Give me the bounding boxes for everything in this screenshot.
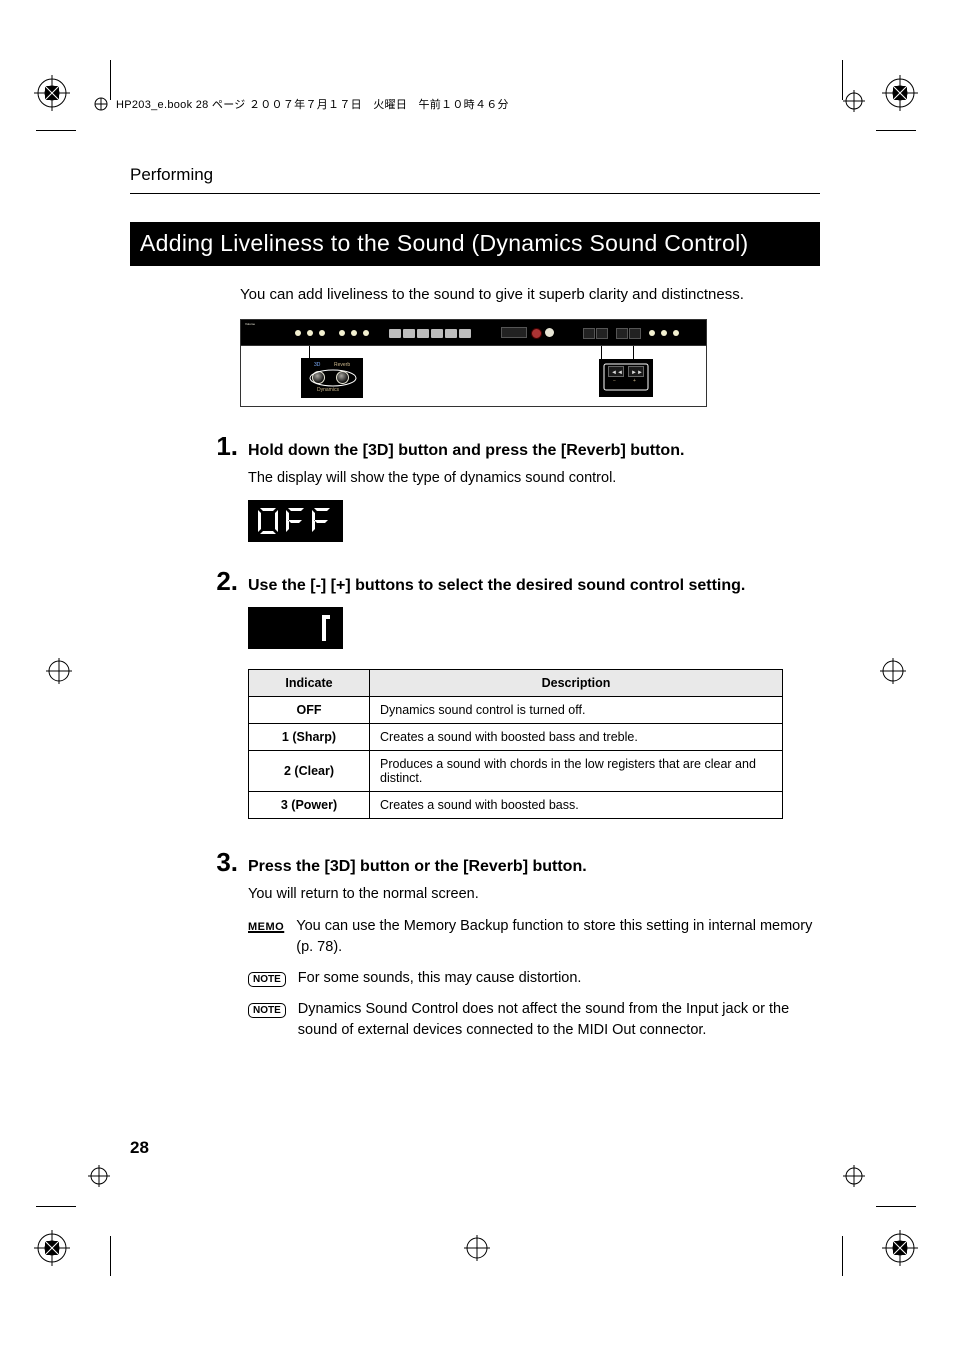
table-row: 2 (Clear) Produces a sound with chords i… — [249, 750, 783, 791]
reg-mark-mr — [880, 658, 906, 689]
step-number: 2. — [210, 566, 238, 597]
step-number: 1. — [210, 431, 238, 462]
table-row: 1 (Sharp) Creates a sound with boosted b… — [249, 723, 783, 750]
reg-mark-tr — [882, 75, 918, 116]
note-row: NOTE Dynamics Sound Control does not aff… — [248, 999, 820, 1041]
table-header: Description — [370, 669, 783, 696]
reg-mark-ml — [46, 658, 72, 689]
note-icon: NOTE — [248, 969, 286, 987]
reg-mark-bl — [34, 1230, 70, 1271]
table-row: 3 (Power) Creates a sound with boosted b… — [249, 791, 783, 818]
target-mark — [88, 1165, 110, 1192]
crop-line — [876, 1206, 916, 1207]
memo-icon: MEMO — [248, 917, 284, 935]
table-cell: 1 (Sharp) — [249, 723, 370, 750]
table-cell: Creates a sound with boosted bass. — [370, 791, 783, 818]
panel-button — [459, 329, 471, 338]
table-cell: Creates a sound with boosted bass and tr… — [370, 723, 783, 750]
intro-text: You can add liveliness to the sound to g… — [240, 284, 820, 305]
panel-button — [583, 328, 595, 339]
panel-callout-box: 3D Reverb Dynamics ◄◄ ►► − + — [240, 346, 707, 407]
step-title: Press the [3D] button or the [Reverb] bu… — [248, 857, 587, 878]
knob-icon — [351, 330, 357, 336]
crop-line — [36, 1206, 76, 1207]
reg-mark-tl — [34, 75, 70, 116]
table-cell: 2 (Clear) — [249, 750, 370, 791]
panel-button — [403, 329, 415, 338]
panel-button — [417, 329, 429, 338]
crop-line — [842, 1236, 843, 1276]
panel-button — [596, 328, 608, 339]
head-rule — [130, 193, 820, 194]
panel-button — [629, 328, 641, 339]
knob-icon — [363, 330, 369, 336]
step-body: The display will show the type of dynami… — [248, 468, 820, 490]
reg-mark-br — [882, 1230, 918, 1271]
section-title-bar: Adding Liveliness to the Sound (Dynamics… — [130, 222, 820, 266]
book-icon — [94, 97, 108, 111]
framemaker-header: HP203_e.book 28 ページ ２００７年７月１７日 火曜日 午前１０時… — [94, 96, 509, 112]
knob-icon — [319, 330, 325, 336]
memo-row: MEMO You can use the Memory Backup funct… — [248, 916, 820, 958]
crop-line — [36, 130, 76, 131]
zoom-3d-reverb: 3D Reverb Dynamics — [301, 358, 363, 398]
table-cell: 3 (Power) — [249, 791, 370, 818]
rect-highlight-icon — [603, 363, 649, 391]
note-text: Dynamics Sound Control does not affect t… — [298, 999, 818, 1041]
crop-line — [842, 60, 843, 100]
control-panel-illustration: Volume — [240, 319, 707, 346]
zoom-label: 3D — [314, 362, 320, 368]
leader-line — [633, 346, 634, 360]
panel-button — [445, 329, 457, 338]
knob-icon — [661, 330, 667, 336]
step-body: You will return to the normal screen. — [248, 884, 820, 906]
zoom-plus-minus: ◄◄ ►► − + — [599, 359, 653, 397]
leader-line — [601, 346, 602, 360]
target-mark — [843, 1165, 865, 1192]
step-2: 2. Use the [-] [+] buttons to select the… — [210, 566, 820, 597]
table-cell: Dynamics sound control is turned off. — [370, 696, 783, 723]
rec-led-icon — [531, 328, 542, 339]
table-row: OFF Dynamics sound control is turned off… — [249, 696, 783, 723]
knob-icon — [307, 330, 313, 336]
note-text: For some sounds, this may cause distorti… — [298, 968, 582, 989]
memo-text: You can use the Memory Backup function t… — [296, 916, 816, 958]
panel-button — [389, 329, 401, 338]
step-3: 3. Press the [3D] button or the [Reverb]… — [210, 847, 820, 878]
lcd-display-1 — [248, 607, 343, 649]
table-cell: Produces a sound with chords in the low … — [370, 750, 783, 791]
panel-display — [501, 327, 527, 338]
crop-line — [110, 60, 111, 100]
reg-mark-mb — [464, 1235, 490, 1266]
knob-icon — [673, 330, 679, 336]
step-number: 3. — [210, 847, 238, 878]
target-mark — [843, 90, 865, 117]
panel-label: Volume — [245, 322, 255, 326]
oval-highlight-icon — [308, 369, 358, 389]
table-header: Indicate — [249, 669, 370, 696]
panel-button — [431, 329, 443, 338]
crop-line — [876, 130, 916, 131]
knob-icon — [339, 330, 345, 336]
zoom-label: Reverb — [334, 362, 350, 368]
crop-line — [110, 1236, 111, 1276]
step-1: 1. Hold down the [3D] button and press t… — [210, 431, 820, 462]
step-title: Hold down the [3D] button and press the … — [248, 441, 684, 462]
step-title: Use the [-] [+] buttons to select the de… — [248, 576, 745, 597]
page-number: 28 — [130, 1138, 149, 1158]
knob-icon — [295, 330, 301, 336]
note-row: NOTE For some sounds, this may cause dis… — [248, 968, 820, 989]
header-text: HP203_e.book 28 ページ ２００７年７月１７日 火曜日 午前１０時… — [116, 96, 509, 112]
panel-button — [616, 328, 628, 339]
running-head: Performing — [130, 165, 820, 185]
table-cell: OFF — [249, 696, 370, 723]
lcd-display-off — [248, 500, 343, 542]
settings-table: Indicate Description OFF Dynamics sound … — [248, 669, 783, 819]
note-icon: NOTE — [248, 1000, 286, 1018]
knob-icon — [649, 330, 655, 336]
panel-knob-icon — [545, 328, 554, 337]
